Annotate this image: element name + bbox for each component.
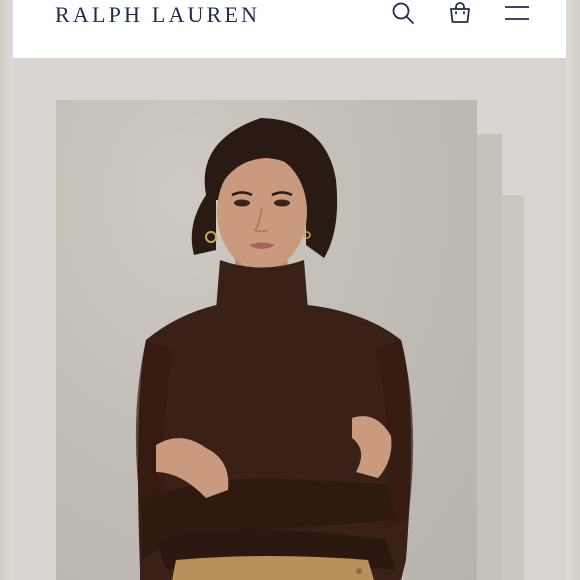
menu-icon xyxy=(505,6,529,20)
shopping-bag-icon xyxy=(450,2,470,23)
left-edge-band xyxy=(0,0,13,580)
model-photo xyxy=(135,118,414,580)
product-photo[interactable] xyxy=(56,100,477,580)
shopping-bag-button[interactable] xyxy=(445,0,475,26)
menu-button[interactable] xyxy=(502,0,532,26)
site-header: RALPH LAUREN xyxy=(13,0,566,58)
search-icon xyxy=(392,2,414,24)
brand-logo[interactable]: RALPH LAUREN xyxy=(55,2,260,28)
search-button[interactable] xyxy=(388,0,418,26)
right-edge-band xyxy=(566,0,580,580)
